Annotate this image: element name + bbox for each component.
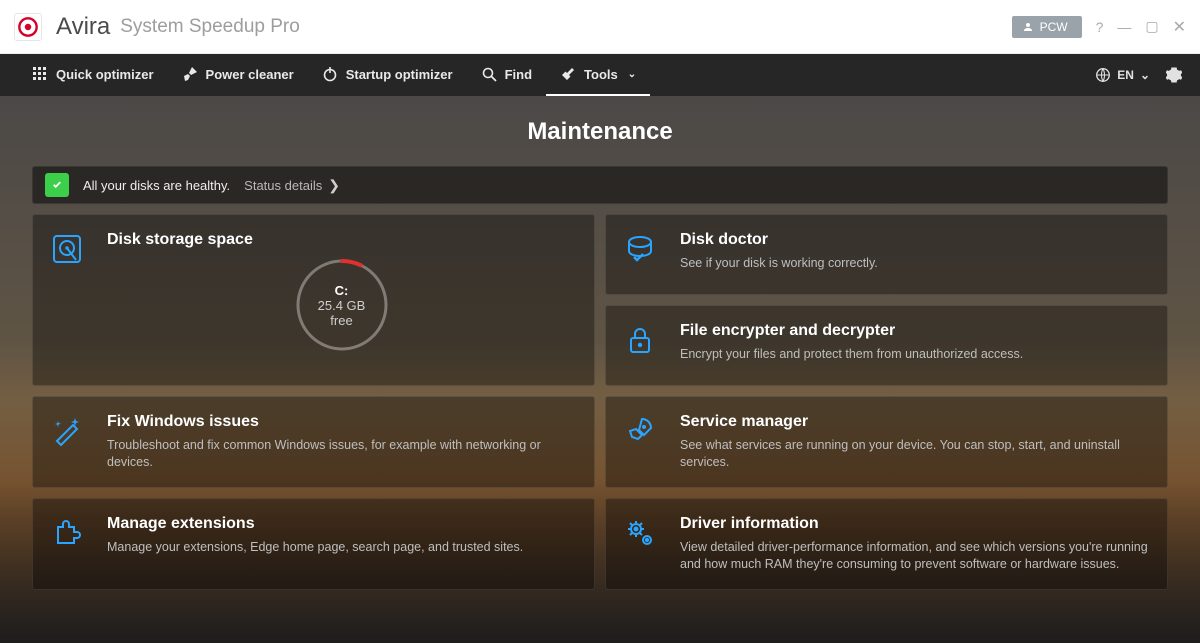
card-desc: See what services are running on your de… <box>680 437 1149 471</box>
chevron-right-icon: ❯ <box>328 177 340 194</box>
maximize-button[interactable]: ▢ <box>1145 18 1158 35</box>
chevron-down-icon: ⌄ <box>628 69 636 80</box>
main-toolbar: Quick optimizer Power cleaner Startup op… <box>0 54 1200 96</box>
gears-icon <box>624 515 660 554</box>
status-message: All your disks are healthy. <box>83 178 230 193</box>
lock-icon <box>624 322 660 361</box>
search-icon <box>481 66 497 82</box>
title-bar: Avira System Speedup Pro PCW ? — ▢ ✕ <box>0 0 1200 54</box>
status-bar: All your disks are healthy. Status detai… <box>32 166 1168 204</box>
card-grid: Disk storage space C: 25.4 GB free <box>32 214 1168 590</box>
check-icon <box>50 178 64 192</box>
card-desc: See if your disk is working correctly. <box>680 255 878 272</box>
chevron-down-icon: ⌄ <box>1140 68 1150 82</box>
card-title: Fix Windows issues <box>107 413 576 431</box>
brand-name: Avira <box>56 13 110 41</box>
minimize-button[interactable]: — <box>1117 19 1131 35</box>
card-desc: View detailed driver-performance informa… <box>680 539 1149 573</box>
card-manage-extensions[interactable]: Manage extensions Manage your extensions… <box>32 498 595 590</box>
brush-icon <box>182 66 198 82</box>
user-button[interactable]: PCW <box>1012 16 1082 38</box>
page-title: Maintenance <box>32 96 1168 166</box>
tab-startup-optimizer[interactable]: Startup optimizer <box>308 54 467 96</box>
app-name: System Speedup Pro <box>120 16 300 38</box>
tools-icon <box>560 66 576 82</box>
language-selector[interactable]: EN ⌄ <box>1095 67 1150 83</box>
power-icon <box>322 66 338 82</box>
card-title: File encrypter and decrypter <box>680 322 1023 340</box>
main-stage: Maintenance All your disks are healthy. … <box>0 96 1200 643</box>
tab-quick-optimizer[interactable]: Quick optimizer <box>18 54 168 96</box>
help-button[interactable]: ? <box>1096 19 1104 35</box>
gauge-free-value: 25.4 GB <box>318 298 366 313</box>
card-disk-storage[interactable]: Disk storage space C: 25.4 GB free <box>32 214 595 386</box>
avira-logo-icon <box>15 14 41 40</box>
gauge-drive-label: C: <box>335 283 349 298</box>
tab-tools-label: Tools <box>584 67 618 82</box>
tab-find[interactable]: Find <box>467 54 546 96</box>
grid-icon <box>32 66 48 82</box>
gauge-free-label: free <box>330 313 352 328</box>
card-fix-windows[interactable]: Fix Windows issues Troubleshoot and fix … <box>32 396 595 488</box>
language-label: EN <box>1117 68 1134 82</box>
card-title: Disk storage space <box>107 231 576 249</box>
settings-button[interactable] <box>1166 67 1182 83</box>
magic-wand-icon <box>51 413 87 452</box>
card-disk-doctor[interactable]: Disk doctor See if your disk is working … <box>605 214 1168 295</box>
card-desc: Manage your extensions, Edge home page, … <box>107 539 523 556</box>
card-driver-information[interactable]: Driver information View detailed driver-… <box>605 498 1168 590</box>
gear-icon <box>1166 67 1182 83</box>
hard-drive-icon <box>51 231 87 270</box>
disk-usage-gauge: C: 25.4 GB free <box>292 255 392 355</box>
card-service-manager[interactable]: Service manager See what services are ru… <box>605 396 1168 488</box>
tab-quick-optimizer-label: Quick optimizer <box>56 67 154 82</box>
status-ok-badge <box>45 173 69 197</box>
card-file-encrypter[interactable]: File encrypter and decrypter Encrypt you… <box>605 305 1168 386</box>
card-title: Manage extensions <box>107 515 523 533</box>
user-icon <box>1022 21 1034 33</box>
card-desc: Encrypt your files and protect them from… <box>680 346 1023 363</box>
card-title: Service manager <box>680 413 1149 431</box>
scan-disk-icon <box>624 231 660 270</box>
rocket-icon <box>624 413 660 452</box>
status-details-label: Status details <box>244 178 322 193</box>
tab-startup-optimizer-label: Startup optimizer <box>346 67 453 82</box>
card-desc: Troubleshoot and fix common Windows issu… <box>107 437 576 471</box>
puzzle-icon <box>51 515 87 554</box>
tab-tools[interactable]: Tools ⌄ <box>546 54 650 96</box>
brand-logo <box>14 13 42 41</box>
card-title: Driver information <box>680 515 1149 533</box>
close-button[interactable]: ✕ <box>1173 17 1186 37</box>
user-label: PCW <box>1040 20 1068 34</box>
card-title: Disk doctor <box>680 231 878 249</box>
tab-find-label: Find <box>505 67 532 82</box>
tab-power-cleaner-label: Power cleaner <box>206 67 294 82</box>
tab-power-cleaner[interactable]: Power cleaner <box>168 54 308 96</box>
globe-icon <box>1095 67 1111 83</box>
status-details-link[interactable]: Status details ❯ <box>244 177 340 194</box>
